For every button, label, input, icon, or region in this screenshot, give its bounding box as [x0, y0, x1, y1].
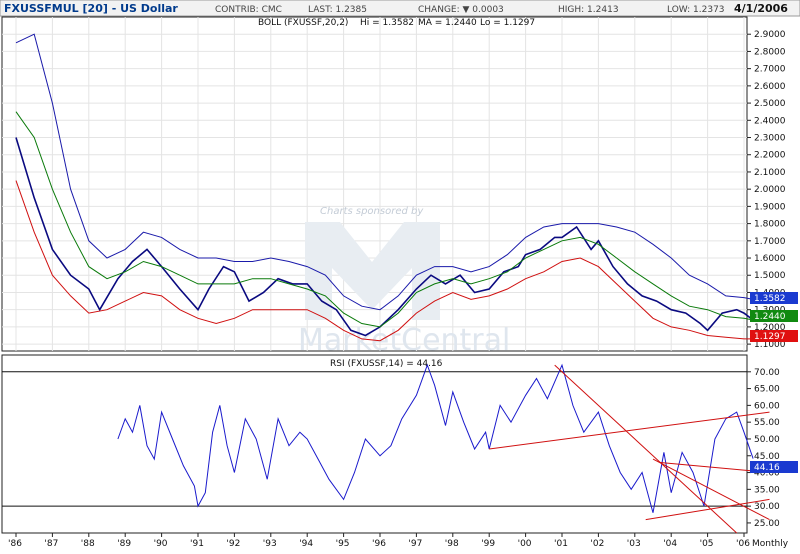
- hi-badge: 1.3582: [750, 292, 798, 304]
- x-tick-label: '88: [81, 539, 95, 549]
- price-legend-lo: Lo = 1.1297: [480, 18, 535, 28]
- last-label: LAST: 1.2385: [308, 5, 367, 15]
- low-label: LOW: 1.2373: [667, 5, 725, 15]
- rsi-y-tick-label: 25.00: [754, 519, 780, 529]
- watermark-brand: MarketCentral: [298, 323, 510, 358]
- x-tick-label: '01: [554, 539, 568, 549]
- price-y-tick-label: 2.9000: [754, 30, 786, 40]
- price-y-tick-label: 1.6000: [754, 254, 786, 264]
- change-label: CHANGE: ▼ 0.0003: [418, 5, 504, 15]
- rsi-legend: RSI (FXUSSF,14) = 44.16: [330, 359, 443, 369]
- rsi-badge: 44.16: [750, 461, 798, 473]
- price-y-tick-label: 1.9000: [754, 202, 786, 212]
- rsi-badge-text: 44.16: [754, 463, 780, 473]
- x-tick-label: '02: [590, 539, 604, 549]
- lo-badge-text: 1.1297: [754, 332, 786, 342]
- rsi-y-tick-label: 35.00: [754, 485, 780, 495]
- price-y-tick-label: 2.3000: [754, 134, 786, 144]
- price-y-tick-label: 2.8000: [754, 47, 786, 57]
- price-legend-ma: MA = 1.2440: [418, 18, 477, 28]
- rsi-y-tick-label: 30.00: [754, 502, 780, 512]
- price-y-tick-label: 2.2000: [754, 151, 786, 161]
- x-tick-label: '94: [299, 539, 313, 549]
- contrib-label: CONTRIB: CMC: [215, 5, 282, 15]
- x-tick-label: '96: [372, 539, 386, 549]
- chart-title: FXUSSFMUL [20] - US Dollar: [4, 2, 178, 15]
- price-y-tick-label: 1.8000: [754, 220, 786, 230]
- x-tick-label: '99: [481, 539, 495, 549]
- x-tick-label: '93: [263, 539, 277, 549]
- frequency-label: Monthly: [752, 539, 789, 549]
- price-y-tick-label: 1.5000: [754, 271, 786, 281]
- date-label: 4/1/2006: [734, 2, 788, 15]
- hi-badge-text: 1.3582: [754, 294, 786, 304]
- x-tick-label: '97: [408, 539, 422, 549]
- watermark-sponsor: Charts sponsored by: [320, 206, 424, 217]
- price-y-tick-label: 2.5000: [754, 99, 786, 109]
- x-tick-label: '89: [117, 539, 131, 549]
- ma-badge-text: 1.2440: [754, 312, 786, 322]
- price-y-tick-label: 2.1000: [754, 168, 786, 178]
- x-tick-label: '92: [226, 539, 240, 549]
- x-tick-label: '04: [663, 539, 677, 549]
- price-y-tick-label: 2.4000: [754, 116, 786, 126]
- x-tick-label: '90: [154, 539, 168, 549]
- rsi-y-tick-label: 70.00: [754, 368, 780, 378]
- high-label: HIGH: 1.2413: [558, 5, 619, 15]
- chart-stage: FXUSSFMUL [20] - US Dollar CONTRIB: CMC …: [0, 0, 800, 550]
- x-tick-label: '03: [627, 539, 641, 549]
- price-legend-hi: Hi = 1.3582: [360, 18, 414, 28]
- price-y-tick-label: 2.6000: [754, 82, 786, 92]
- x-tick-label: '98: [445, 539, 459, 549]
- x-tick-label: '91: [190, 539, 204, 549]
- x-tick-label: '87: [44, 539, 58, 549]
- rsi-y-tick-label: 65.00: [754, 385, 780, 395]
- rsi-y-tick-label: 45.00: [754, 452, 780, 462]
- x-tick-label: '86: [8, 539, 22, 549]
- ma-badge: 1.2440: [750, 310, 798, 322]
- rsi-y-tick-label: 50.00: [754, 435, 780, 445]
- x-axis: '86 '87 '88 '89 '90 '91 '92 '93 '94 '95 '96 '97 '98 '…: [8, 533, 750, 549]
- price-y-tick-label: 1.7000: [754, 237, 786, 247]
- x-tick-label: '00: [518, 539, 532, 549]
- price-legend-prefix: BOLL (FXUSSF,20,2): [258, 18, 348, 28]
- rsi-y-tick-label: 55.00: [754, 418, 780, 428]
- x-tick-label: '06: [736, 539, 750, 549]
- chart-svg: FXUSSFMUL [20] - US Dollar CONTRIB: CMC …: [0, 0, 800, 549]
- lo-badge: 1.1297: [750, 330, 798, 342]
- rsi-y-tick-label: 60.00: [754, 401, 780, 411]
- x-tick-label: '95: [336, 539, 350, 549]
- price-y-tick-label: 2.7000: [754, 65, 786, 75]
- x-tick-label: '05: [700, 539, 714, 549]
- price-y-tick-label: 2.0000: [754, 185, 786, 195]
